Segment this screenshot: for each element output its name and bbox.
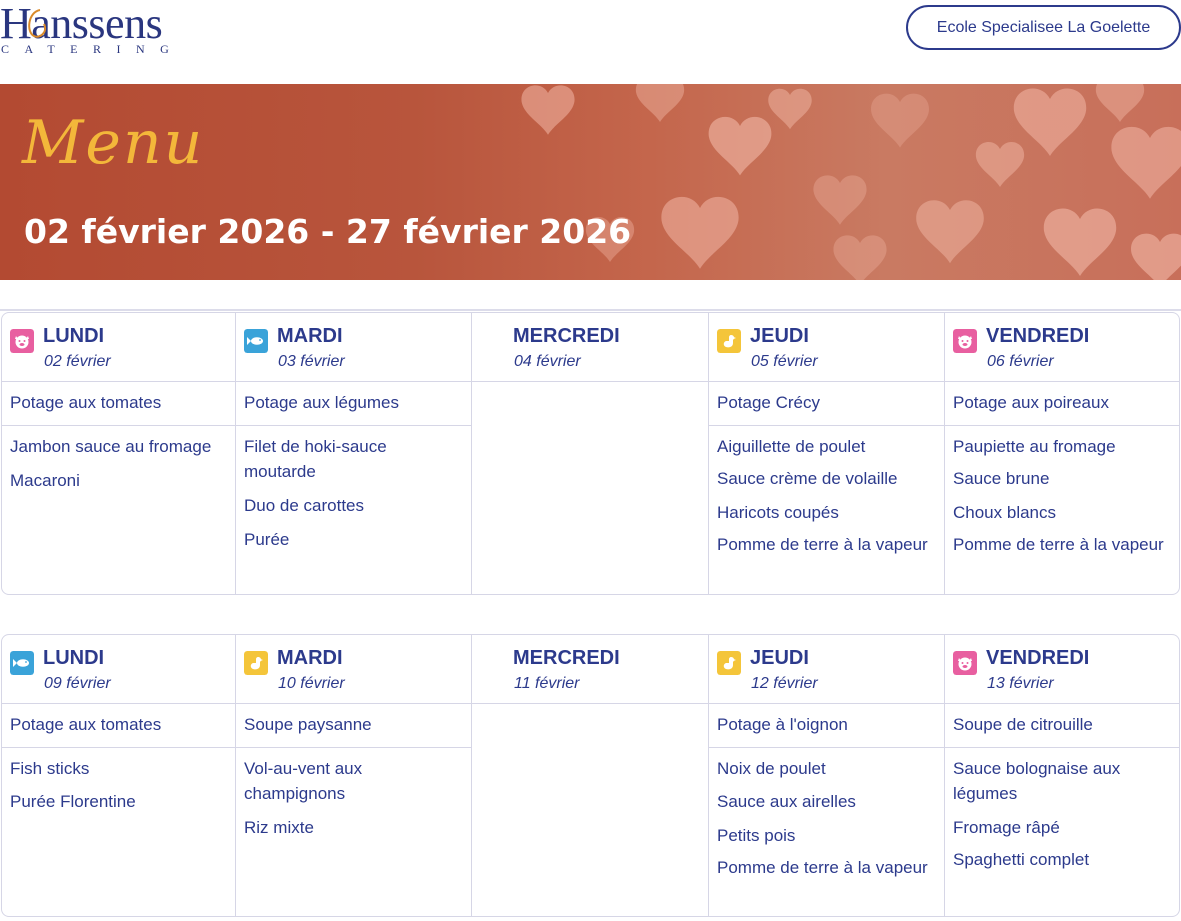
day-header: MARDI 10 février — [236, 635, 471, 704]
day-name: LUNDI — [43, 647, 105, 669]
soup-item: Soupe de citrouille — [945, 704, 1179, 748]
dish-item: Petits pois — [717, 826, 796, 845]
chicken-icon — [717, 329, 741, 353]
day-column: LUNDI 09 février Potage aux tomates Fish… — [2, 635, 236, 916]
day-header: MERCREDI 04 février — [472, 313, 708, 382]
main-dishes: Paupiette au fromage Sauce brune Choux b… — [945, 426, 1179, 557]
main-dishes: Aiguillette de poulet Sauce crème de vol… — [709, 426, 944, 557]
menu-title: Menu — [22, 108, 205, 178]
day-name: VENDREDI — [986, 325, 1090, 347]
day-header: JEUDI 05 février — [709, 313, 944, 382]
day-header: MARDI 03 février — [236, 313, 471, 382]
dish-item: Haricots coupés — [717, 503, 839, 522]
soup-item: Potage aux légumes — [236, 382, 471, 426]
dish-item: Choux blancs — [953, 503, 1057, 522]
day-name: JEUDI — [750, 647, 809, 669]
main-dishes: Vol-au-vent aux champignons Riz mixte — [236, 748, 471, 840]
day-date: 03 février — [278, 353, 345, 370]
day-date: 09 février — [44, 675, 111, 692]
soup-item: Potage aux poireaux — [945, 382, 1179, 426]
soup-item: Potage Crécy — [709, 382, 944, 426]
dish-item: Sauce brune — [953, 469, 1050, 488]
chicken-icon — [244, 651, 268, 675]
day-name: MARDI — [277, 647, 343, 669]
pig-icon — [953, 329, 977, 353]
dish-item: Aiguillette de poulet — [717, 437, 866, 456]
day-date: 04 février — [514, 353, 581, 370]
day-column: MERCREDI 11 février — [472, 635, 709, 916]
day-date: 13 février — [987, 675, 1054, 692]
soup-item: Potage à l'oignon — [709, 704, 944, 748]
main-dishes: Noix de poulet Sauce aux airelles Petits… — [709, 748, 944, 880]
day-column: JEUDI 05 février Potage Crécy Aiguillett… — [709, 313, 945, 594]
site-header: Hanssens CATERING Ecole Specialisee La G… — [0, 0, 1181, 84]
day-name: VENDREDI — [986, 647, 1090, 669]
dish-item: Sauce crème de volaille — [717, 469, 898, 488]
day-header: LUNDI 02 février — [2, 313, 235, 382]
day-column: MERCREDI 04 février — [472, 313, 709, 594]
day-header: MERCREDI 11 février — [472, 635, 708, 704]
day-header: VENDREDI 06 février — [945, 313, 1179, 382]
school-selector-button[interactable]: Ecole Specialisee La Goelette — [906, 5, 1181, 50]
dish-item: Sauce bolognaise aux légumes — [953, 759, 1121, 803]
fish-icon — [244, 329, 268, 353]
dish-item: Fish sticks — [10, 759, 90, 778]
menu-date-range: 02 février 2026 - 27 février 2026 — [24, 212, 632, 251]
day-name: MARDI — [277, 325, 343, 347]
hanssens-logo[interactable]: Hanssens CATERING — [0, 0, 200, 62]
day-column: JEUDI 12 février Potage à l'oignon Noix … — [709, 635, 945, 916]
logo-swash-icon — [28, 9, 46, 38]
day-date: 06 février — [987, 353, 1054, 370]
dish-item: Fromage râpé — [953, 818, 1060, 837]
dish-item: Pomme de terre à la vapeur — [717, 535, 928, 554]
pig-icon — [953, 651, 977, 675]
day-column: MARDI 10 février Soupe paysanne Vol-au-v… — [236, 635, 472, 916]
soup-item: Soupe paysanne — [236, 704, 471, 748]
dish-item: Sauce aux airelles — [717, 792, 856, 811]
dish-item: Noix de poulet — [717, 759, 826, 778]
menu-banner: Menu 02 février 2026 - 27 février 2026 — [0, 84, 1181, 280]
day-name: JEUDI — [750, 325, 809, 347]
dish-item: Macaroni — [10, 471, 80, 490]
chicken-icon — [717, 651, 741, 675]
day-name: MERCREDI — [513, 325, 620, 347]
day-date: 12 février — [751, 675, 818, 692]
dish-item: Vol-au-vent aux champignons — [244, 759, 363, 803]
main-dishes: Jambon sauce au fromage Macaroni — [2, 426, 235, 493]
day-header: LUNDI 09 février — [2, 635, 235, 704]
day-name: MERCREDI — [513, 647, 620, 669]
logo-subtitle: CATERING — [1, 42, 185, 56]
day-column: VENDREDI 06 février Potage aux poireaux … — [945, 313, 1179, 594]
dish-item: Jambon sauce au fromage — [10, 437, 212, 456]
week-grid: LUNDI 02 février Potage aux tomates Jamb… — [1, 312, 1180, 595]
day-date: 05 février — [751, 353, 818, 370]
dish-item: Pomme de terre à la vapeur — [717, 858, 928, 877]
dish-item: Purée — [244, 530, 290, 549]
soup-item: Potage aux tomates — [2, 704, 235, 748]
dish-item: Purée Florentine — [10, 792, 136, 811]
soup-item: Potage aux tomates — [2, 382, 235, 426]
day-header: VENDREDI 13 février — [945, 635, 1179, 704]
main-dishes: Fish sticks Purée Florentine — [2, 748, 235, 814]
day-name: LUNDI — [43, 325, 105, 347]
day-column: VENDREDI 13 février Soupe de citrouille … — [945, 635, 1179, 916]
week-grid: LUNDI 09 février Potage aux tomates Fish… — [1, 634, 1180, 917]
dish-item: Spaghetti complet — [953, 850, 1090, 869]
day-column: LUNDI 02 février Potage aux tomates Jamb… — [2, 313, 236, 594]
main-dishes: Filet de hoki-sauce moutarde Duo de caro… — [236, 426, 471, 552]
section-divider — [0, 309, 1181, 311]
day-date: 02 février — [44, 353, 111, 370]
pig-icon — [10, 329, 34, 353]
day-date: 10 février — [278, 675, 345, 692]
fish-icon — [10, 651, 34, 675]
dish-item: Paupiette au fromage — [953, 437, 1116, 456]
dish-item: Pomme de terre à la vapeur — [953, 535, 1164, 554]
dish-item: Riz mixte — [244, 818, 314, 837]
day-column: MARDI 03 février Potage aux légumes File… — [236, 313, 472, 594]
main-dishes: Sauce bolognaise aux légumes Fromage râp… — [945, 748, 1179, 872]
dish-item: Filet de hoki-sauce moutarde — [244, 437, 387, 481]
day-header: JEUDI 12 février — [709, 635, 944, 704]
day-date: 11 février — [514, 675, 580, 692]
dish-item: Duo de carottes — [244, 496, 365, 515]
